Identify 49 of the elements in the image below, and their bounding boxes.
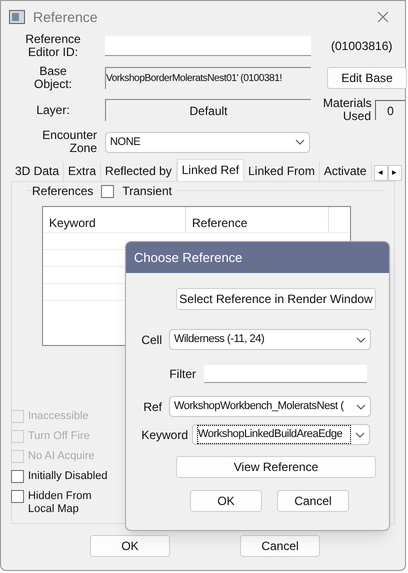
checkbox[interactable]	[11, 470, 24, 483]
tab-scroll-right[interactable]: ▸	[388, 165, 402, 181]
dialog-title: Choose Reference	[134, 248, 242, 267]
field-label: Reference Editor ID:	[24, 33, 82, 59]
field-label: Materials Used	[323, 97, 371, 123]
field-label: Keyword	[140, 426, 188, 444]
checkbox-label: Transient	[122, 183, 172, 200]
caret-icon	[356, 404, 366, 410]
materials-count: 0	[375, 100, 405, 120]
window-title: Reference	[33, 8, 99, 26]
button[interactable]: OK	[190, 490, 262, 512]
button[interactable]: Cancel	[240, 535, 320, 557]
caret-icon	[295, 139, 305, 145]
checkbox[interactable]	[11, 490, 24, 503]
button[interactable]: Cancel	[277, 490, 349, 512]
checkbox-label: No AI Acquire	[28, 450, 96, 463]
button[interactable]: Select Reference in Render Window	[176, 288, 376, 310]
close-icon[interactable]	[377, 11, 389, 23]
caret-icon	[356, 336, 366, 342]
input-field[interactable]	[105, 36, 311, 56]
field-label: Encounter Zone	[41, 129, 97, 155]
button[interactable]: Edit Base	[327, 67, 407, 89]
checkbox-label: Initially Disabled	[28, 470, 108, 483]
field-label: Layer:	[35, 102, 71, 119]
button[interactable]: OK	[90, 535, 170, 557]
field-label: Base Object:	[32, 65, 73, 91]
field-label: Ref	[142, 398, 162, 416]
checkbox-label: Inaccessible	[28, 410, 90, 423]
column-header: Reference	[186, 207, 329, 232]
dropdown[interactable]: NONE	[105, 132, 310, 152]
dropdown[interactable]: Wilderness (-11, 24)	[169, 329, 371, 350]
checkbox[interactable]	[101, 184, 114, 198]
group-label: References	[32, 183, 94, 200]
filter-field[interactable]	[204, 365, 367, 383]
dropdown[interactable]: WorkshopLinkedBuildAreaEdge	[192, 424, 370, 445]
tab[interactable]: Linked Ref	[176, 159, 244, 181]
checkbox-label: Hidden From Local Map	[28, 490, 93, 516]
tab-scroll-left[interactable]: ◂	[374, 165, 388, 181]
checkbox-label: Turn Off Fire	[28, 430, 91, 443]
caret-icon	[355, 432, 365, 438]
input-field[interactable]: VorkshopBorderMoleratsNest01' (0100381!	[105, 67, 311, 89]
column-header: Keyword	[43, 207, 186, 232]
window-icon	[9, 10, 25, 24]
field-label: Cell	[140, 332, 162, 348]
button[interactable]: View Reference	[176, 456, 376, 478]
form-id: (01003816)	[330, 38, 394, 55]
dropdown[interactable]: WorkshopWorkbench_MoleratsNest (	[169, 396, 371, 417]
layer-field: Default	[105, 99, 311, 121]
field-label: Filter	[168, 366, 196, 383]
